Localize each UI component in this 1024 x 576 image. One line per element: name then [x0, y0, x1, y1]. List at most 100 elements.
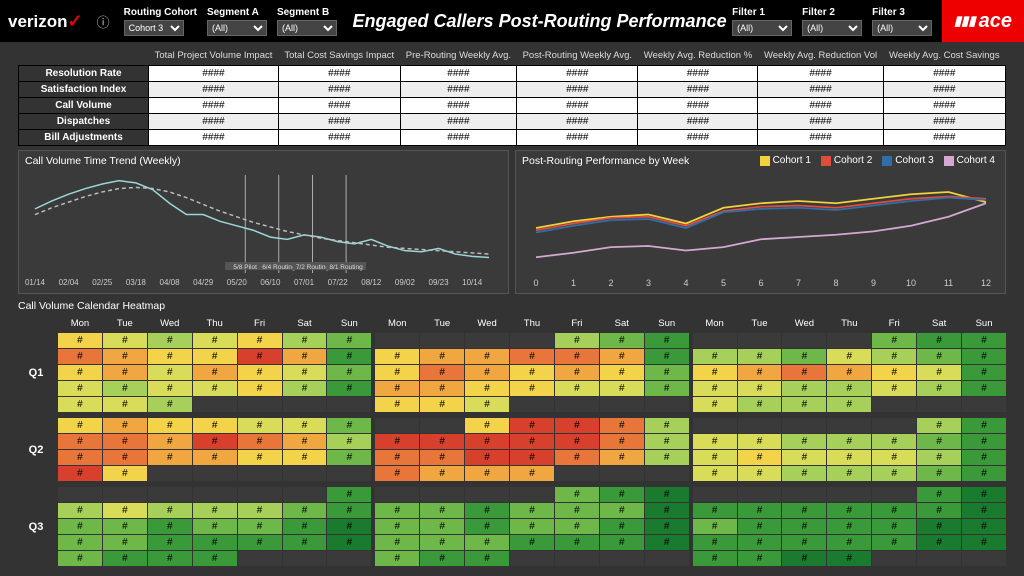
day-header: Mon	[693, 316, 737, 331]
filter-select[interactable]: (All)	[207, 20, 267, 36]
metric-cell: ####	[883, 114, 1005, 130]
heatmap-cell: #	[58, 535, 102, 550]
metric-cell: ####	[400, 98, 517, 114]
heatmap-cell: #	[420, 349, 464, 364]
filter-right-2: Filter 3(All)	[872, 7, 932, 36]
heatmap-cell: #	[962, 365, 1006, 380]
filter-select[interactable]: (All)	[802, 20, 862, 36]
filter-label: Filter 1	[732, 7, 792, 18]
legend-item: Cohort 3	[882, 155, 933, 166]
ace-logo: ▮▮▮ace	[942, 0, 1024, 42]
heatmap-title: Call Volume Calendar Heatmap	[18, 300, 1006, 312]
heatmap-cell: #	[782, 535, 826, 550]
svg-text:07/01: 07/01	[294, 278, 315, 287]
heatmap-cell: #	[600, 519, 644, 534]
heatmap-cell: #	[738, 466, 782, 481]
svg-text:06/10: 06/10	[260, 278, 281, 287]
heatmap-cell: #	[600, 365, 644, 380]
heatmap-cell: #	[555, 519, 599, 534]
day-header: Sun	[327, 316, 371, 331]
svg-text:09/23: 09/23	[429, 278, 450, 287]
heatmap-cell: #	[510, 519, 554, 534]
legend-label: Cohort 1	[773, 155, 811, 166]
heatmap-cell: #	[645, 333, 689, 348]
heatmap-cell: #	[782, 434, 826, 449]
heatmap-cell	[872, 397, 916, 412]
heatmap-cell: #	[693, 397, 737, 412]
heatmap-cell: #	[872, 503, 916, 518]
heatmap-cell: #	[238, 519, 282, 534]
heatmap-cell: #	[872, 450, 916, 465]
heatmap-cell: #	[327, 365, 371, 380]
heatmap-cell: #	[420, 397, 464, 412]
heatmap-cell: #	[872, 381, 916, 396]
heatmap-cell: #	[193, 434, 237, 449]
heatmap-cell: #	[827, 365, 871, 380]
chart-legend: Cohort 1Cohort 2Cohort 3Cohort 4	[760, 155, 995, 166]
heatmap-cell	[827, 487, 871, 502]
heatmap-cell: #	[555, 450, 599, 465]
heatmap-cell	[738, 418, 782, 433]
info-icon[interactable]: ⓘ	[97, 12, 110, 31]
heatmap-cell: #	[148, 397, 192, 412]
heatmap-cell: #	[103, 381, 147, 396]
heatmap-cell	[782, 418, 826, 433]
heatmap-cell: #	[782, 349, 826, 364]
legend-item: Cohort 2	[821, 155, 872, 166]
heatmap-cell: #	[962, 333, 1006, 348]
filter-select[interactable]: (All)	[872, 20, 932, 36]
svg-text:03/18: 03/18	[126, 278, 147, 287]
heatmap-cell: #	[555, 381, 599, 396]
heatmap-cell: #	[327, 349, 371, 364]
heatmap-cell	[465, 333, 509, 348]
metric-cell: ####	[758, 114, 883, 130]
day-header: Wed	[782, 316, 826, 331]
filter-select[interactable]: (All)	[732, 20, 792, 36]
heatmap-cell	[782, 487, 826, 502]
heatmap-cell: #	[465, 519, 509, 534]
heatmap-cell	[193, 397, 237, 412]
heatmap-cell: #	[693, 365, 737, 380]
day-header: Thu	[193, 316, 237, 331]
metric-cell: ####	[279, 130, 401, 146]
heatmap-cell: #	[962, 418, 1006, 433]
heatmap-cell: #	[600, 434, 644, 449]
heatmap-cell	[510, 333, 554, 348]
heatmap-cell: #	[693, 450, 737, 465]
day-header: Wed	[148, 316, 192, 331]
heatmap-cell	[193, 487, 237, 502]
heatmap-panel: ###########################	[693, 487, 1006, 566]
heatmap-cell: #	[872, 535, 916, 550]
heatmap-cell	[645, 466, 689, 481]
day-header: Sun	[645, 316, 689, 331]
svg-text:8/1 Routing: 8/1 Routing	[329, 264, 363, 271]
heatmap-cell: #	[465, 503, 509, 518]
legend-swatch	[882, 156, 892, 166]
heatmap-cell: #	[327, 450, 371, 465]
svg-text:02/04: 02/04	[59, 278, 80, 287]
heatmap-cell: #	[327, 333, 371, 348]
heatmap-cell: #	[238, 418, 282, 433]
day-header: Mon	[375, 316, 419, 331]
filter-label: Routing Cohort	[124, 7, 197, 18]
heatmap-cell: #	[465, 466, 509, 481]
heatmap-cell: #	[375, 434, 419, 449]
heatmap-cell: #	[827, 349, 871, 364]
heatmap-cell: #	[283, 365, 327, 380]
svg-text:7/2 Routing: 7/2 Routing	[296, 264, 330, 271]
filter-select[interactable]: Cohort 3	[124, 20, 184, 36]
heatmap-cell: #	[645, 535, 689, 550]
heatmap-cell: #	[782, 365, 826, 380]
heatmap-cell	[465, 487, 509, 502]
heatmap-cell: #	[193, 535, 237, 550]
charts-row: Call Volume Time Trend (Weekly) 5/8 Pilo…	[18, 150, 1006, 294]
filter-select[interactable]: (All)	[277, 20, 337, 36]
metric-cell: ####	[149, 66, 279, 82]
day-header: Sat	[283, 316, 327, 331]
chart-post-routing: Post-Routing Performance by Week Cohort …	[515, 150, 1006, 294]
day-header: Fri	[238, 316, 282, 331]
row-label: Satisfaction Index	[19, 82, 149, 98]
heatmap-cell: #	[148, 535, 192, 550]
heatmap-cell: #	[555, 487, 599, 502]
heatmap-cell: #	[827, 503, 871, 518]
